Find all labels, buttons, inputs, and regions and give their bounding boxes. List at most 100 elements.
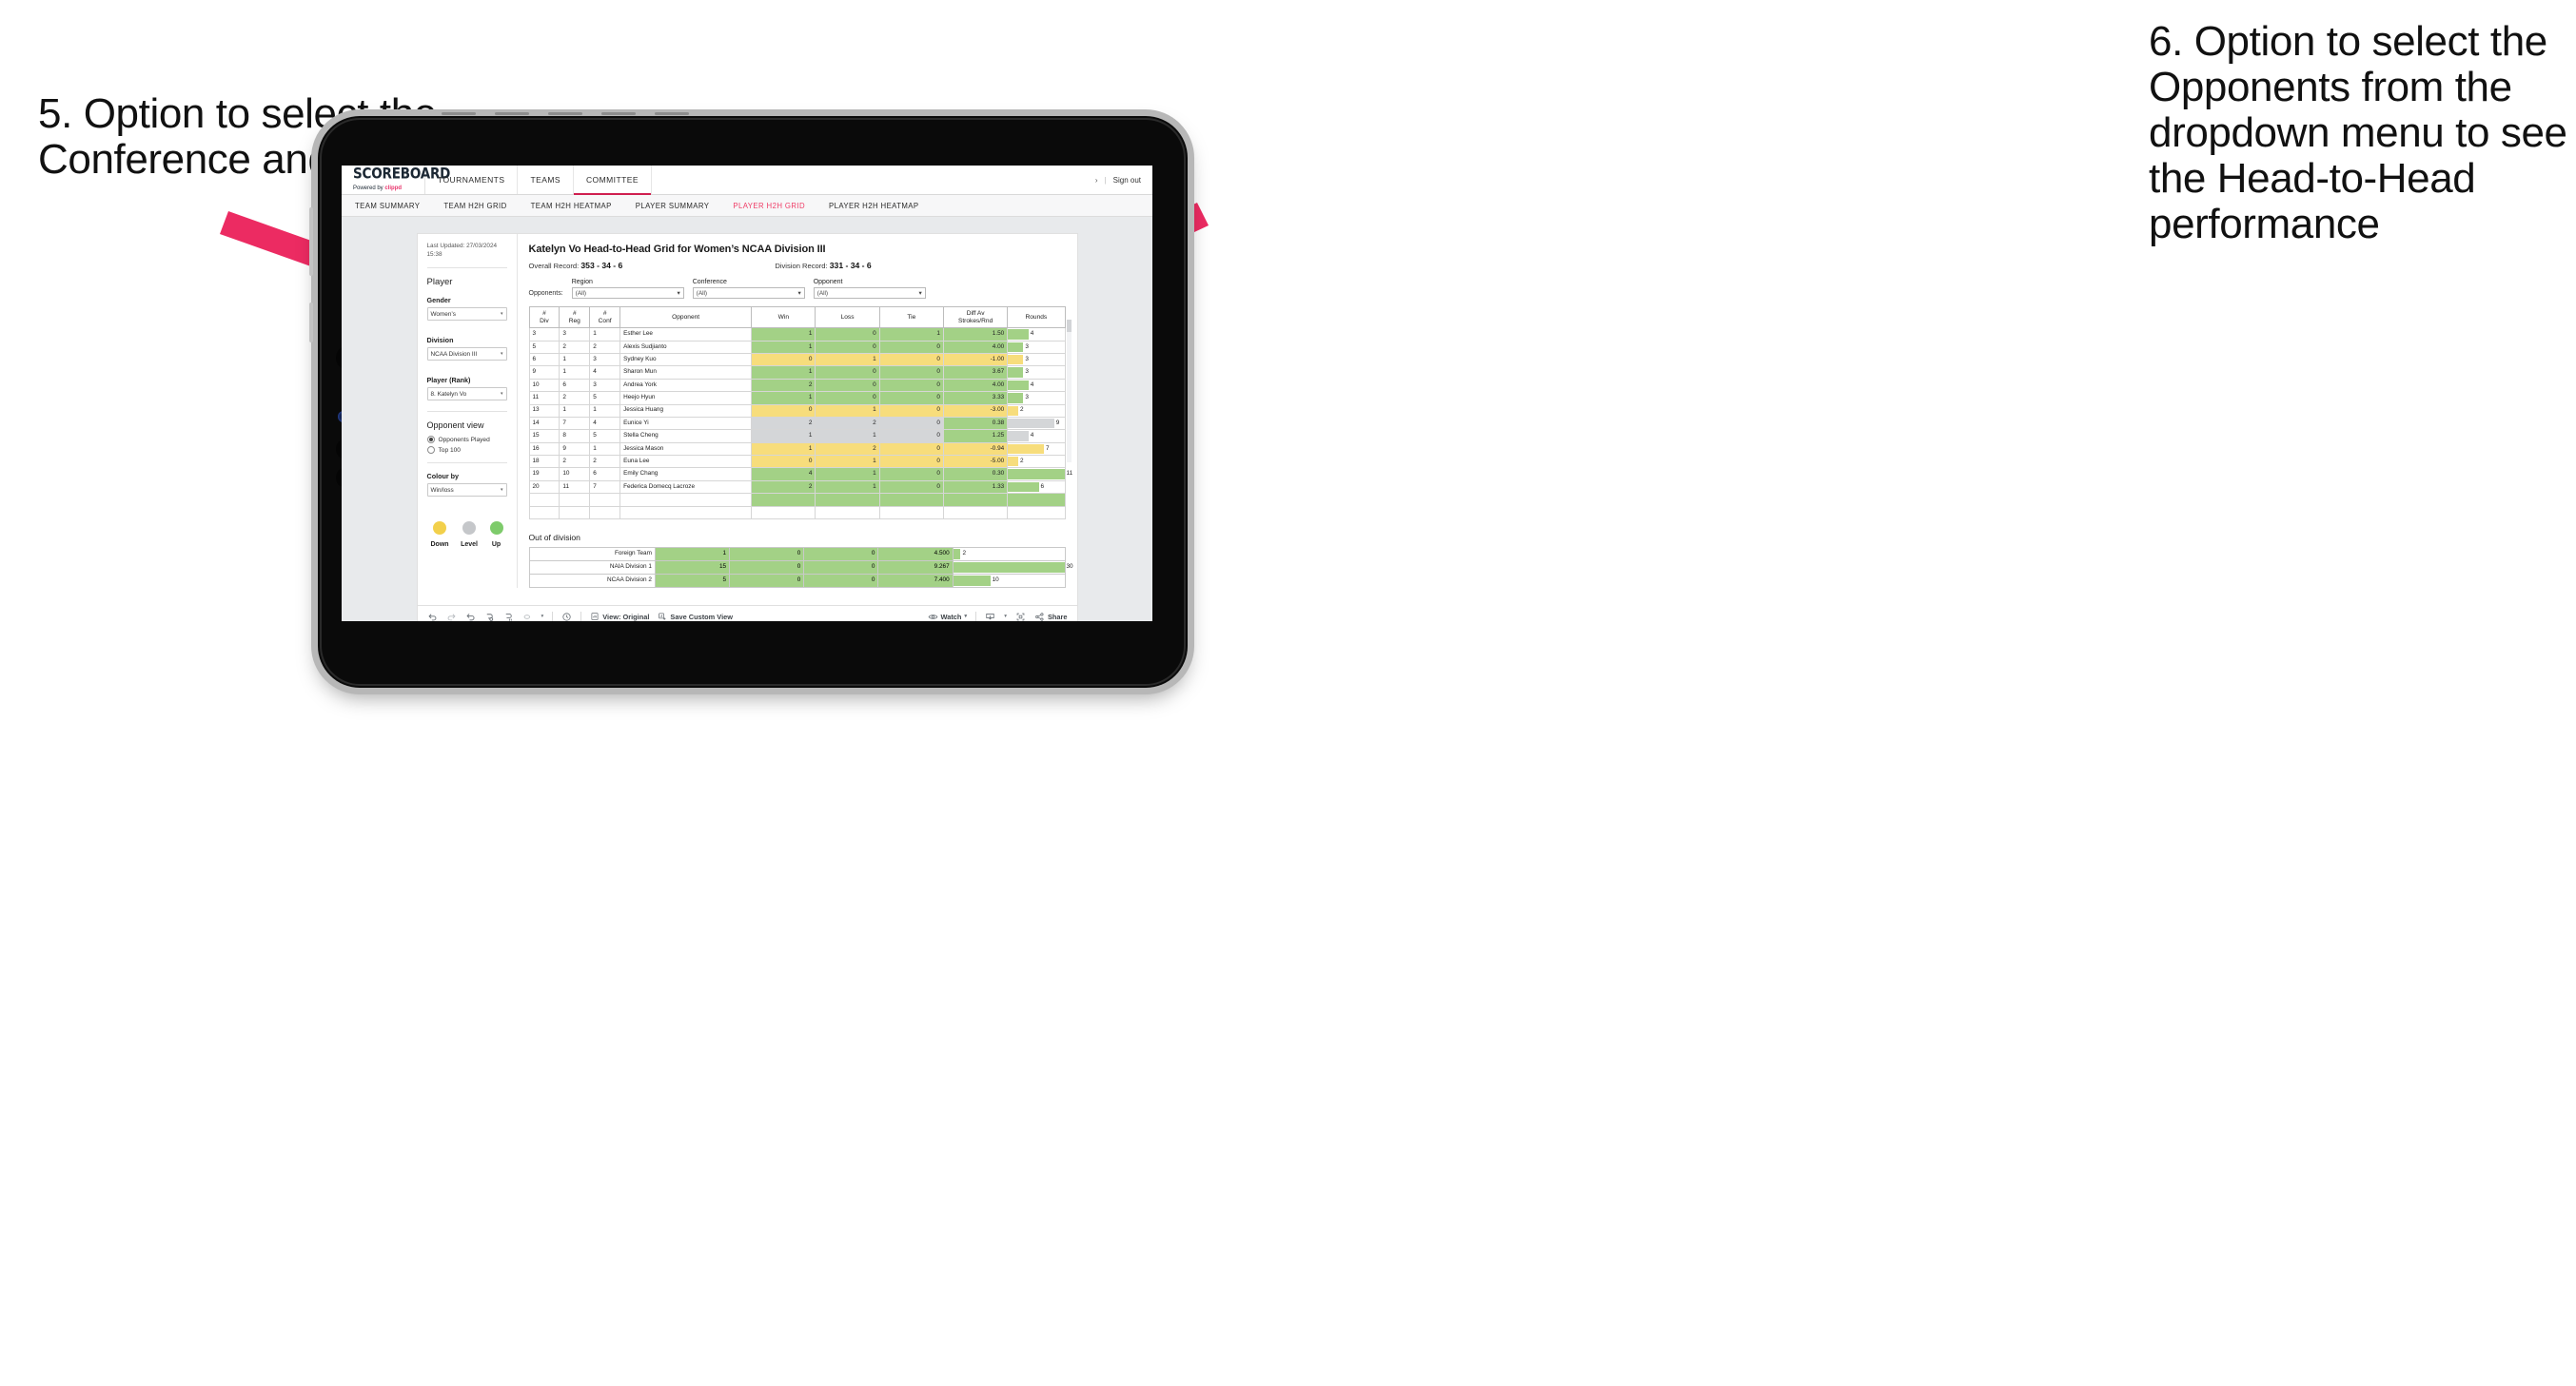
brand-logo[interactable]: SCOREBOARD Powered by clippd xyxy=(342,166,450,194)
cell-div: 5 xyxy=(528,340,560,354)
filter-caret-icon[interactable]: ▾ xyxy=(541,614,544,619)
column-header-reg[interactable]: # Reg xyxy=(559,305,591,329)
column-header-opponent[interactable]: Opponent xyxy=(619,305,753,329)
rounds-bar-fill xyxy=(953,576,991,587)
column-header-diff-av-strokes-rnd[interactable]: Diff Av Strokes/Rnd xyxy=(942,305,1009,329)
opponent-select[interactable]: (All) ▾ xyxy=(813,287,926,299)
topnav-tournaments[interactable]: TOURNAMENTS xyxy=(425,166,519,194)
radio-icon xyxy=(426,436,435,444)
download-caret-icon[interactable]: ▾ xyxy=(1004,614,1007,619)
topnav-committee[interactable]: COMMITTEE xyxy=(573,166,653,195)
radio-icon xyxy=(426,446,435,455)
filter-icon[interactable] xyxy=(522,612,533,621)
cell-diff: 0.38 xyxy=(942,416,1009,431)
sign-out-link[interactable]: Sign out xyxy=(1113,176,1141,185)
table-row[interactable]: 16 9 1 Jessica Mason 1 2 0 -0.94 7 xyxy=(528,441,1066,457)
topnav-teams[interactable]: TEAMS xyxy=(518,166,574,194)
radio-opponents-played[interactable]: Opponents Played xyxy=(426,436,507,444)
cell-diff: 4.00 xyxy=(942,378,1009,393)
table-row[interactable]: 3 3 1 Esther Lee 1 0 1 1.50 4 xyxy=(528,327,1066,342)
rounds-bar: 2 xyxy=(1008,457,1064,467)
out-of-division-table: Foreign Team 1 0 0 4.500 2 NAIA Division 1 15 0 0… xyxy=(528,547,1073,589)
share-button[interactable]: Share xyxy=(1034,612,1068,621)
subnav-team-summary[interactable]: TEAM SUMMARY xyxy=(355,202,420,210)
view-original-label: View: Original xyxy=(602,612,650,621)
chevron-down-icon: ▾ xyxy=(500,311,503,318)
undo-icon[interactable] xyxy=(427,612,438,621)
table-row[interactable]: 10 6 3 Andrea York 2 0 0 4.00 4 xyxy=(528,378,1066,393)
save-custom-view-button[interactable]: Save Custom View xyxy=(658,612,733,621)
column-header-tie[interactable]: Tie xyxy=(878,305,944,329)
table-row[interactable]: 15 8 5 Stella Cheng 1 1 0 1.25 4 xyxy=(528,429,1066,443)
out-of-division-row[interactable]: NAIA Division 1 15 0 0 9.267 30 xyxy=(528,560,1073,576)
grid-scrollbar-thumb[interactable] xyxy=(1066,320,1072,332)
rounds-bar-label: 3 xyxy=(1025,394,1029,401)
download-icon[interactable] xyxy=(985,612,995,621)
table-row[interactable]: 6 1 3 Sydney Kuo 0 1 0 -1.00 3 xyxy=(528,352,1066,367)
colour-by-select[interactable]: Win/loss ▾ xyxy=(426,483,507,498)
region-value: (All) xyxy=(575,289,587,297)
fullscreen-icon[interactable] xyxy=(1015,612,1026,621)
redo-icon[interactable] xyxy=(446,612,457,621)
cell-loss: 1 xyxy=(815,352,880,367)
watch-button[interactable]: Watch ▾ xyxy=(928,612,967,621)
table-row[interactable]: 14 7 4 Eunice Yi 2 2 0 0.38 9 xyxy=(528,416,1066,431)
toolbar-separator xyxy=(580,612,582,621)
subnav-player-h2h-heatmap[interactable]: PLAYER H2H HEATMAP xyxy=(829,202,918,210)
column-header-loss[interactable]: Loss xyxy=(815,305,880,329)
refresh-icon[interactable] xyxy=(484,612,495,621)
sub-navigation: TEAM SUMMARY TEAM H2H GRID TEAM H2H HEAT… xyxy=(342,195,1152,217)
h2h-grid-wrapper: # Div # Reg # Conf Opponent Win Loss Tie Diff Av St… xyxy=(528,305,1072,520)
chevron-right-icon[interactable]: › xyxy=(1095,176,1098,185)
cell-tie: 0 xyxy=(803,547,879,562)
rounds-bar: 3 xyxy=(1008,393,1064,403)
subnav-team-h2h-heatmap[interactable]: TEAM H2H HEATMAP xyxy=(531,202,612,210)
clock-icon[interactable] xyxy=(561,612,572,621)
gender-select[interactable]: Women’s ▾ xyxy=(426,307,507,322)
subnav-player-summary[interactable]: PLAYER SUMMARY xyxy=(636,202,710,210)
player-rank-select[interactable]: 8. Katelyn Vo ▾ xyxy=(426,387,507,401)
table-row[interactable]: 19 10 6 Emily Chang 4 1 0 0.30 11 xyxy=(528,467,1072,481)
table-row[interactable]: 20 11 7 Federica Domecq Lacroze 2 1 0 1.33 6 xyxy=(528,479,1066,495)
opponent-label: Opponent xyxy=(813,279,843,285)
cell-div: 3 xyxy=(528,327,560,342)
table-row[interactable]: 11 2 5 Heejo Hyun 1 0 0 3.33 3 xyxy=(528,391,1066,405)
division-select[interactable]: NCAA Division III ▾ xyxy=(426,347,507,361)
power-button[interactable] xyxy=(309,207,313,276)
cell-empty xyxy=(815,505,880,520)
overall-record-label: Overall Record: xyxy=(528,262,580,270)
grid-scrollbar[interactable] xyxy=(1066,320,1072,462)
cell-tie: 0 xyxy=(878,441,944,457)
out-of-division-body: Foreign Team 1 0 0 4.500 2 NAIA Division 1 15 0 0… xyxy=(528,547,1073,589)
rounds-bar: 4 xyxy=(1008,329,1064,340)
column-header-win[interactable]: Win xyxy=(751,305,816,329)
column-header-rounds[interactable]: Rounds xyxy=(1007,305,1066,329)
radio-top-100[interactable]: Top 100 xyxy=(426,446,507,455)
cell-diff: 3.33 xyxy=(942,391,1009,405)
cell-partial xyxy=(815,493,880,507)
column-header-conf[interactable]: # Conf xyxy=(589,305,621,329)
cell-win: 0 xyxy=(751,352,816,367)
subnav-team-h2h-grid[interactable]: TEAM H2H GRID xyxy=(443,202,506,210)
table-row[interactable]: 9 1 4 Sharon Mun 1 0 0 3.67 3 xyxy=(528,365,1066,380)
cell-conf: 6 xyxy=(589,467,621,481)
out-of-division-row[interactable]: NCAA Division 2 5 0 0 7.400 10 xyxy=(528,574,1066,589)
gender-filter: Gender Women’s ▾ xyxy=(426,296,507,322)
division-record-label: Division Record: xyxy=(775,262,828,270)
volume-up-button[interactable] xyxy=(309,303,313,342)
cell-reg: 3 xyxy=(559,327,591,342)
rounds-bar: 4 xyxy=(1008,380,1064,391)
pause-icon[interactable] xyxy=(503,612,514,621)
table-row[interactable]: 18 2 2 Euna Lee 0 1 0 -5.00 2 xyxy=(528,455,1066,469)
subnav-player-h2h-grid[interactable]: PLAYER H2H GRID xyxy=(733,202,805,210)
out-of-division-row[interactable]: Foreign Team 1 0 0 4.500 2 xyxy=(528,547,1066,562)
region-select[interactable]: (All) ▾ xyxy=(571,287,684,299)
view-original-button[interactable]: View: Original xyxy=(590,612,649,621)
conference-select[interactable]: (All) ▾ xyxy=(692,287,805,299)
column-header-div[interactable]: # Div xyxy=(528,305,560,329)
table-row[interactable]: 5 2 2 Alexis Sudjianto 1 0 0 4.00 3 xyxy=(528,340,1066,354)
table-row[interactable]: 13 1 1 Jessica Huang 0 1 0 -3.00 2 xyxy=(528,403,1066,418)
cell-opponent: Heejo Hyun xyxy=(619,391,753,405)
region-filter: Region (All) ▾ xyxy=(571,279,684,299)
revert-icon[interactable] xyxy=(465,612,476,621)
